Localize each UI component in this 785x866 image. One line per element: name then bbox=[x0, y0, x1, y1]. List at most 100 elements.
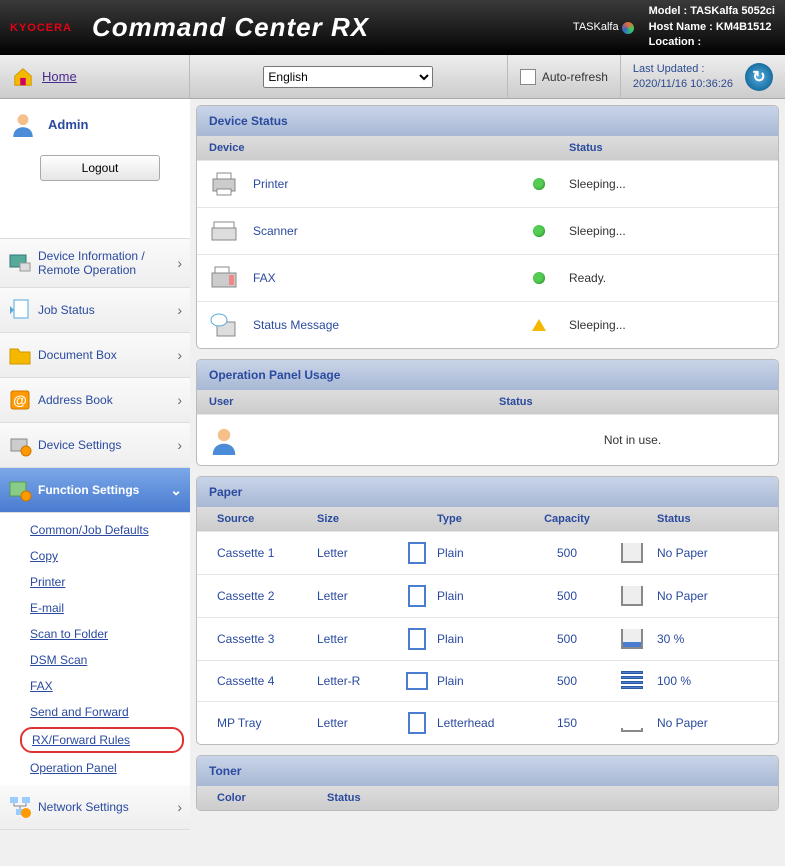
paper-status: 100 % bbox=[657, 674, 766, 688]
nav-label: Document Box bbox=[38, 348, 117, 362]
product-name: Command Center bbox=[92, 12, 323, 42]
nav-address-book[interactable]: @ Address Book › bbox=[0, 378, 190, 423]
tray-empty-icon bbox=[621, 543, 643, 563]
auto-refresh-label: Auto-refresh bbox=[542, 70, 608, 84]
nav-function-settings[interactable]: Function Settings ⌄ bbox=[0, 468, 190, 513]
status-warning-icon bbox=[532, 319, 546, 331]
sub-printer[interactable]: Printer bbox=[0, 569, 190, 595]
paper-size: Letter bbox=[317, 716, 397, 730]
sub-operation-panel[interactable]: Operation Panel bbox=[0, 755, 190, 781]
sub-rx-forward-rules[interactable]: RX/Forward Rules bbox=[20, 727, 184, 753]
paper-type: Letterhead bbox=[437, 716, 527, 730]
sub-send-forward[interactable]: Send and Forward bbox=[0, 699, 190, 725]
paper-capacity: 500 bbox=[527, 632, 607, 646]
monitor-icon bbox=[8, 251, 32, 275]
home-icon bbox=[12, 66, 34, 88]
toner-panel: Toner Color Status bbox=[196, 755, 779, 811]
folder-icon bbox=[8, 343, 32, 367]
sub-fax[interactable]: FAX bbox=[0, 673, 190, 699]
paper-size: Letter bbox=[317, 546, 397, 560]
top-toolbar: Home English Auto-refresh Last Updated :… bbox=[0, 55, 785, 99]
panel-title: Device Status bbox=[197, 106, 778, 136]
brand-logo: KYOCERA bbox=[10, 22, 72, 34]
auto-refresh-checkbox[interactable] bbox=[520, 69, 536, 85]
sub-copy[interactable]: Copy bbox=[0, 543, 190, 569]
tray-partial-icon bbox=[621, 629, 643, 649]
chevron-right-icon: › bbox=[177, 392, 182, 408]
sidebar: Admin Logout Device Information / Remote… bbox=[0, 99, 190, 830]
status-ok-icon bbox=[533, 272, 545, 284]
nav-label: Address Book bbox=[38, 393, 113, 407]
network-gear-icon bbox=[8, 795, 32, 819]
scanner-icon bbox=[209, 218, 239, 244]
paper-panel: Paper Source Size Type Capacity Status C… bbox=[196, 476, 779, 745]
nav-device-settings[interactable]: Device Settings › bbox=[0, 423, 190, 468]
table-header: Device Status bbox=[197, 136, 778, 160]
address-book-icon: @ bbox=[8, 388, 32, 412]
paper-orientation-icon bbox=[406, 672, 428, 690]
chevron-right-icon: › bbox=[177, 799, 182, 815]
paper-type: Plain bbox=[437, 632, 527, 646]
paper-row: Cassette 3LetterPlain50030 % bbox=[197, 617, 778, 660]
function-gear-icon bbox=[8, 478, 32, 502]
svg-text:@: @ bbox=[13, 392, 27, 408]
language-select[interactable]: English bbox=[263, 66, 433, 88]
paper-status: No Paper bbox=[657, 546, 766, 560]
table-header: User Status bbox=[197, 390, 778, 414]
status-message-icon bbox=[209, 312, 239, 338]
nav-label: Network Settings bbox=[38, 800, 129, 814]
product-suffix: RX bbox=[331, 12, 369, 42]
table-header: Source Size Type Capacity Status bbox=[197, 507, 778, 531]
device-status-panel: Device Status Device Status Printer Slee… bbox=[196, 105, 779, 349]
host-info: Model : TASKalfa 5052ci Host Name : KM4B… bbox=[649, 4, 775, 50]
printer-gear-icon bbox=[8, 433, 32, 457]
sub-dsm-scan[interactable]: DSM Scan bbox=[0, 647, 190, 673]
paper-source: Cassette 2 bbox=[217, 589, 317, 603]
color-wheel-icon bbox=[622, 22, 634, 34]
nav-label: Device Settings bbox=[38, 438, 121, 452]
nav-job-status[interactable]: Job Status › bbox=[0, 288, 190, 333]
sub-scan-folder[interactable]: Scan to Folder bbox=[0, 621, 190, 647]
status-ok-icon bbox=[533, 178, 545, 190]
paper-source: MP Tray bbox=[217, 716, 317, 730]
tray-empty-icon bbox=[621, 586, 643, 606]
chevron-down-icon: ⌄ bbox=[170, 482, 182, 499]
nav-label: Device Information / Remote Operation bbox=[38, 249, 177, 277]
paper-orientation-icon bbox=[408, 585, 426, 607]
panel-title: Paper bbox=[197, 477, 778, 507]
op-panel-usage: Operation Panel Usage User Status Not in… bbox=[196, 359, 779, 466]
user-icon bbox=[10, 111, 36, 137]
nav-label: Function Settings bbox=[38, 483, 139, 497]
paper-capacity: 150 bbox=[527, 716, 607, 730]
content-area: Device Status Device Status Printer Slee… bbox=[190, 99, 785, 830]
nav-document-box[interactable]: Document Box › bbox=[0, 333, 190, 378]
chevron-right-icon: › bbox=[177, 255, 182, 271]
last-updated: Last Updated : 2020/11/16 10:36:26 bbox=[633, 62, 733, 91]
paper-size: Letter-R bbox=[317, 674, 397, 688]
tray-full-icon bbox=[621, 671, 643, 691]
nav-device-info[interactable]: Device Information / Remote Operation › bbox=[0, 239, 190, 288]
nav-network-settings[interactable]: Network Settings › bbox=[0, 785, 190, 830]
nav-label: Job Status bbox=[38, 303, 95, 317]
paper-row: MP TrayLetter Letterhead150 No Paper bbox=[197, 701, 778, 744]
paper-source: Cassette 4 bbox=[217, 674, 317, 688]
paper-size: Letter bbox=[317, 589, 397, 603]
paper-row: Cassette 4Letter-RPlain500100 % bbox=[197, 660, 778, 701]
paper-capacity: 500 bbox=[527, 546, 607, 560]
tray-flat-icon bbox=[621, 728, 643, 732]
sub-common-defaults[interactable]: Common/Job Defaults bbox=[0, 517, 190, 543]
device-row-status-msg: Status Message Sleeping... bbox=[197, 301, 778, 348]
refresh-button[interactable] bbox=[745, 63, 773, 91]
device-row-fax: FAX Ready. bbox=[197, 254, 778, 301]
chevron-right-icon: › bbox=[177, 347, 182, 363]
taskalfa-label: TASKalfa bbox=[573, 21, 634, 33]
paper-orientation-icon bbox=[408, 542, 426, 564]
paper-status: 30 % bbox=[657, 632, 766, 646]
sub-email[interactable]: E-mail bbox=[0, 595, 190, 621]
chevron-right-icon: › bbox=[177, 302, 182, 318]
paper-status: No Paper bbox=[657, 716, 766, 730]
home-link[interactable]: Home bbox=[42, 69, 77, 84]
chevron-right-icon: › bbox=[177, 437, 182, 453]
fax-icon bbox=[209, 265, 239, 291]
logout-button[interactable]: Logout bbox=[40, 155, 160, 181]
